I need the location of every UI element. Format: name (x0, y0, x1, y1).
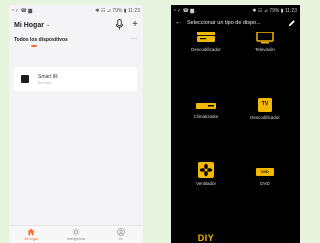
air-conditioner-icon (196, 103, 216, 109)
device-type-set-top-box[interactable]: Descodificador (176, 32, 236, 52)
back-arrow-icon[interactable]: ← (175, 19, 182, 26)
device-type-label: DVD (260, 181, 270, 186)
add-device-icon[interactable]: + (132, 19, 138, 30)
status-left: ᵛ ✓ ☎ ▆ . (12, 7, 35, 14)
home-title[interactable]: Mi Hogar (14, 22, 44, 29)
nav-label-home: Mi hogar (24, 237, 39, 241)
tab-indicator (31, 45, 37, 47)
microphone-icon[interactable] (115, 19, 124, 30)
device-info: Smart IR En línea (38, 74, 58, 85)
nav-item-smart[interactable]: Inteligencia (61, 228, 91, 241)
device-type-screen: ᵛ ✓ ☎ ▆ . ✱ ☷ ⊿ 79% ▮ 11:23 ← Selecciona… (171, 5, 300, 243)
profile-icon (116, 228, 125, 236)
sun-icon (72, 228, 80, 236)
diy-icon-text: DIY (197, 233, 215, 243)
status-right: ✱ ☷ ⊿ 79% ▮ 11:23 (252, 7, 297, 14)
more-icon[interactable]: ··· (131, 36, 137, 42)
filter-row: Todos los dispositivos ··· (9, 34, 143, 47)
page-title: Seleccionar un tipo de dispo... (187, 19, 261, 26)
device-type-label: Descodificador (191, 47, 221, 52)
chevron-down-icon[interactable]: ⌄ (46, 22, 50, 28)
device-type-television[interactable]: Televisión (235, 32, 295, 52)
type-header: ← Seleccionar un tipo de dispo... (171, 16, 300, 29)
device-type-label: Descodificador (250, 115, 280, 120)
device-type-diy[interactable]: DIY (176, 233, 236, 243)
device-type-tv-box[interactable]: TV Descodificador (235, 98, 295, 120)
television-icon (256, 32, 274, 44)
home-header: Mi Hogar ⌄ + (9, 16, 143, 34)
status-bar: ᵛ ✓ ☎ ▆ . ✱ ☷ ⊿ 79% ▮ 11:23 (171, 5, 300, 16)
tv-box-icon-text: TV (261, 101, 269, 107)
dvd-icon-text: DVD (261, 170, 269, 174)
device-type-label: Climatizador (193, 114, 219, 119)
device-name: Smart IR (38, 73, 58, 80)
status-right: ✱ ☷ ⊿ 79% ▮ 11:23 (95, 7, 140, 14)
home-screen: ᵛ ✓ ☎ ▆ . ✱ ☷ ⊿ 79% ▮ 11:23 Mi Hogar ⌄ +… (9, 5, 143, 243)
device-type-dvd[interactable]: DVD DVD (235, 166, 295, 186)
nav-label-smart: Inteligencia (67, 237, 85, 241)
device-status: En línea (38, 80, 51, 85)
nav-label-me: Yo (118, 237, 123, 241)
device-type-air-conditioner[interactable]: Climatizador (176, 101, 236, 119)
bottom-nav: Mi hogar Inteligencia Yo (9, 225, 143, 243)
tab-all-devices[interactable]: Todos los dispositivos (14, 37, 68, 43)
status-bar: ᵛ ✓ ☎ ▆ . ✱ ☷ ⊿ 79% ▮ 11:23 (9, 5, 143, 16)
nav-item-me[interactable]: Yo (106, 228, 136, 241)
fan-icon (198, 162, 214, 178)
set-top-box-icon (197, 32, 215, 42)
device-type-label: Televisión (255, 47, 275, 52)
status-left: ᵛ ✓ ☎ ▆ . (174, 7, 197, 14)
nav-item-home[interactable]: Mi hogar (16, 228, 46, 241)
device-card[interactable]: Smart IR En línea (14, 67, 137, 91)
edit-icon[interactable] (288, 19, 296, 27)
screenshot-stage: ᵛ ✓ ☎ ▆ . ✱ ☷ ⊿ 79% ▮ 11:23 Mi Hogar ⌄ +… (0, 0, 300, 243)
device-type-fan[interactable]: Ventilador (176, 162, 236, 186)
header-actions: + (115, 19, 138, 30)
device-thumbnail (21, 75, 29, 83)
device-type-label: Ventilador (195, 181, 216, 186)
home-icon (27, 228, 35, 236)
